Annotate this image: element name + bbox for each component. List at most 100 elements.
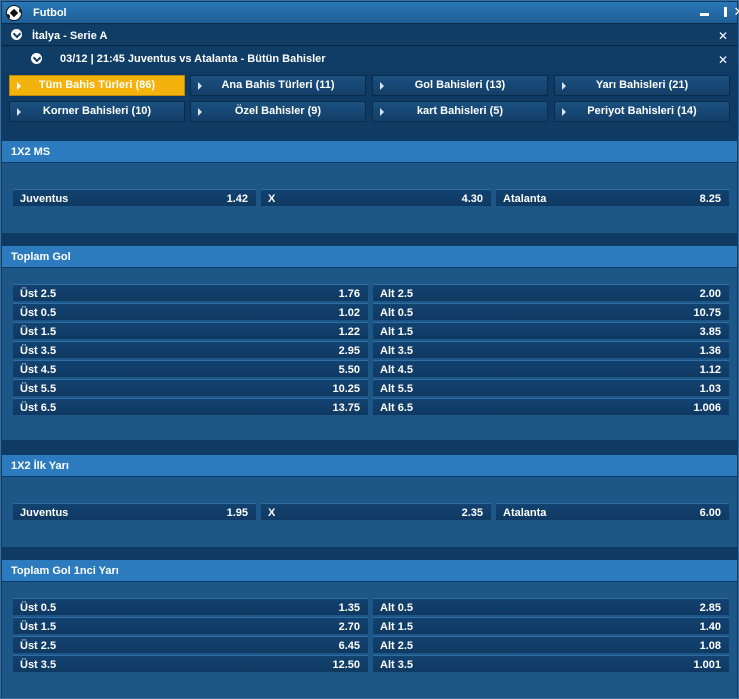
bet-type-filters: Tüm Bahis Türleri (86) Ana Bahis Türleri … xyxy=(9,75,732,123)
odds-cell[interactable]: Atalanta 8.25 xyxy=(496,189,729,206)
odds-label: Alt 1.5 xyxy=(380,621,414,633)
odds-label: Üst 0.5 xyxy=(20,602,57,614)
match-header[interactable]: 03/12 | 21:45 Juventus vs Atalanta - Büt… xyxy=(2,47,737,70)
odds-row: Üst 2.5 1.76 Alt 2.5 2.00 xyxy=(13,284,729,302)
under-odds-cell[interactable]: Alt 2.5 1.08 xyxy=(373,636,729,653)
filter-label: kart Bahisleri (5) xyxy=(416,105,504,117)
betting-window: Futbol ✕ İtalya - Serie A ✕ 03/12 | 21:4… xyxy=(0,0,739,699)
odds-value: 1.76 xyxy=(338,288,360,300)
odds-cell[interactable]: X 2.35 xyxy=(261,503,491,520)
odds-value: 1.08 xyxy=(699,640,721,652)
over-odds-cell[interactable]: Üst 2.5 6.45 xyxy=(13,636,368,653)
filter-label: Korner Bahisleri (10) xyxy=(42,105,152,117)
odds-value: 10.25 xyxy=(332,383,360,395)
caret-right-icon xyxy=(380,82,384,90)
odds-value: 5.50 xyxy=(338,364,360,376)
filter-button[interactable]: Periyot Bahisleri (14) xyxy=(554,101,730,122)
under-odds-cell[interactable]: Alt 3.5 1.001 xyxy=(373,655,729,672)
league-title: İtalya - Serie A xyxy=(32,30,108,42)
section-header-toplam-gol-1nci-yari[interactable]: Toplam Gol 1nci Yarı xyxy=(2,560,737,581)
filter-button[interactable]: Özel Bahisler (9) xyxy=(190,101,366,122)
odds-label: Üst 3.5 xyxy=(20,345,57,357)
over-odds-cell[interactable]: Üst 2.5 1.76 xyxy=(13,284,368,301)
odds-value: 6.00 xyxy=(699,507,721,519)
caret-right-icon xyxy=(380,108,384,116)
section-title: 1X2 MS xyxy=(11,146,51,158)
under-odds-cell[interactable]: Alt 1.5 1.40 xyxy=(373,617,729,634)
under-odds-cell[interactable]: Alt 6.5 1.006 xyxy=(373,398,729,415)
under-odds-cell[interactable]: Alt 4.5 1.12 xyxy=(373,360,729,377)
section-title: 1X2 İlk Yarı xyxy=(11,460,69,472)
odds-cell[interactable]: Juventus 1.95 xyxy=(13,503,256,520)
odds-label: Alt 4.5 xyxy=(380,364,414,376)
caret-right-icon xyxy=(17,82,21,90)
odds-row: Üst 0.5 1.35 Alt 0.5 2.85 xyxy=(13,598,729,616)
caret-right-icon xyxy=(562,82,566,90)
section-header-toplam-gol[interactable]: Toplam Gol xyxy=(2,246,737,267)
odds-label: Alt 3.5 xyxy=(380,345,414,357)
odds-value: 1.35 xyxy=(338,602,360,614)
odds-label: Alt 5.5 xyxy=(380,383,414,395)
odds-label: Üst 0.5 xyxy=(20,307,57,319)
over-odds-cell[interactable]: Üst 0.5 1.02 xyxy=(13,303,368,320)
under-odds-cell[interactable]: Alt 2.5 2.00 xyxy=(373,284,729,301)
odds-value: 1.12 xyxy=(699,364,721,376)
odds-cell[interactable]: Atalanta 6.00 xyxy=(496,503,729,520)
odds-value: 2.95 xyxy=(338,345,360,357)
under-odds-cell[interactable]: Alt 0.5 10.75 xyxy=(373,303,729,320)
filter-button[interactable]: Yarı Bahisleri (21) xyxy=(554,75,730,96)
over-odds-cell[interactable]: Üst 4.5 5.50 xyxy=(13,360,368,377)
odds-row: Üst 2.5 6.45 Alt 2.5 1.08 xyxy=(13,636,729,654)
over-odds-cell[interactable]: Üst 1.5 1.22 xyxy=(13,322,368,339)
odds-value: 3.85 xyxy=(699,326,721,338)
odds-value: 1.03 xyxy=(699,383,721,395)
over-odds-cell[interactable]: Üst 3.5 2.95 xyxy=(13,341,368,358)
odds-label: Üst 3.5 xyxy=(20,659,57,671)
under-odds-cell[interactable]: Alt 5.5 1.03 xyxy=(373,379,729,396)
odds-value: 4.30 xyxy=(461,193,483,205)
over-odds-cell[interactable]: Üst 6.5 13.75 xyxy=(13,398,368,415)
odds-value: 10.75 xyxy=(693,307,721,319)
over-odds-cell[interactable]: Üst 5.5 10.25 xyxy=(13,379,368,396)
odds-value: 1.22 xyxy=(338,326,360,338)
odds-value: 1.95 xyxy=(226,507,248,519)
odds-label: Üst 6.5 xyxy=(20,402,57,414)
chevron-down-icon[interactable] xyxy=(11,29,22,40)
section-title: Toplam Gol xyxy=(11,251,71,263)
filter-button[interactable]: kart Bahisleri (5) xyxy=(372,101,548,122)
filter-button[interactable]: Korner Bahisleri (10) xyxy=(9,101,185,122)
over-odds-cell[interactable]: Üst 3.5 12.50 xyxy=(13,655,368,672)
under-odds-cell[interactable]: Alt 3.5 1.36 xyxy=(373,341,729,358)
window-title: Futbol xyxy=(33,7,67,19)
match-close-button[interactable]: ✕ xyxy=(718,53,728,67)
section-header-1x2-ilk-yari[interactable]: 1X2 İlk Yarı xyxy=(2,455,737,476)
filter-label: Özel Bahisler (9) xyxy=(234,105,322,117)
filter-button[interactable]: Ana Bahis Türleri (11) xyxy=(190,75,366,96)
under-odds-cell[interactable]: Alt 0.5 2.85 xyxy=(373,598,729,615)
chevron-down-icon[interactable] xyxy=(31,53,42,64)
over-odds-cell[interactable]: Üst 1.5 2.70 xyxy=(13,617,368,634)
odds-row: Üst 1.5 2.70 Alt 1.5 1.40 xyxy=(13,617,729,635)
filter-button[interactable]: Tüm Bahis Türleri (86) xyxy=(9,75,185,96)
odds-label: Atalanta xyxy=(503,507,547,519)
window-titlebar: Futbol ✕ xyxy=(2,2,739,24)
under-odds-cell[interactable]: Alt 1.5 3.85 xyxy=(373,322,729,339)
odds-cell[interactable]: Juventus 1.42 xyxy=(13,189,256,206)
window-close-button[interactable]: ✕ xyxy=(732,5,739,19)
odds-row: Üst 5.5 10.25 Alt 5.5 1.03 xyxy=(13,379,729,397)
odds-value: 12.50 xyxy=(332,659,360,671)
odds-cell[interactable]: X 4.30 xyxy=(261,189,491,206)
over-odds-cell[interactable]: Üst 0.5 1.35 xyxy=(13,598,368,615)
odds-label: Alt 0.5 xyxy=(380,307,414,319)
odds-row: Üst 4.5 5.50 Alt 4.5 1.12 xyxy=(13,360,729,378)
filter-label: Yarı Bahisleri (21) xyxy=(595,79,689,91)
section-header-1x2-ms[interactable]: 1X2 MS xyxy=(2,141,737,162)
odds-label: X xyxy=(268,193,276,205)
odds-value: 1.36 xyxy=(699,345,721,357)
section-body-1x2-ms: Juventus 1.42 X 4.30 Atalanta 8.25 xyxy=(2,163,737,233)
odds-row: Üst 3.5 2.95 Alt 3.5 1.36 xyxy=(13,341,729,359)
league-header[interactable]: İtalya - Serie A ✕ xyxy=(2,25,737,46)
odds-value: 2.35 xyxy=(461,507,483,519)
filter-button[interactable]: Gol Bahisleri (13) xyxy=(372,75,548,96)
league-close-button[interactable]: ✕ xyxy=(718,29,728,43)
